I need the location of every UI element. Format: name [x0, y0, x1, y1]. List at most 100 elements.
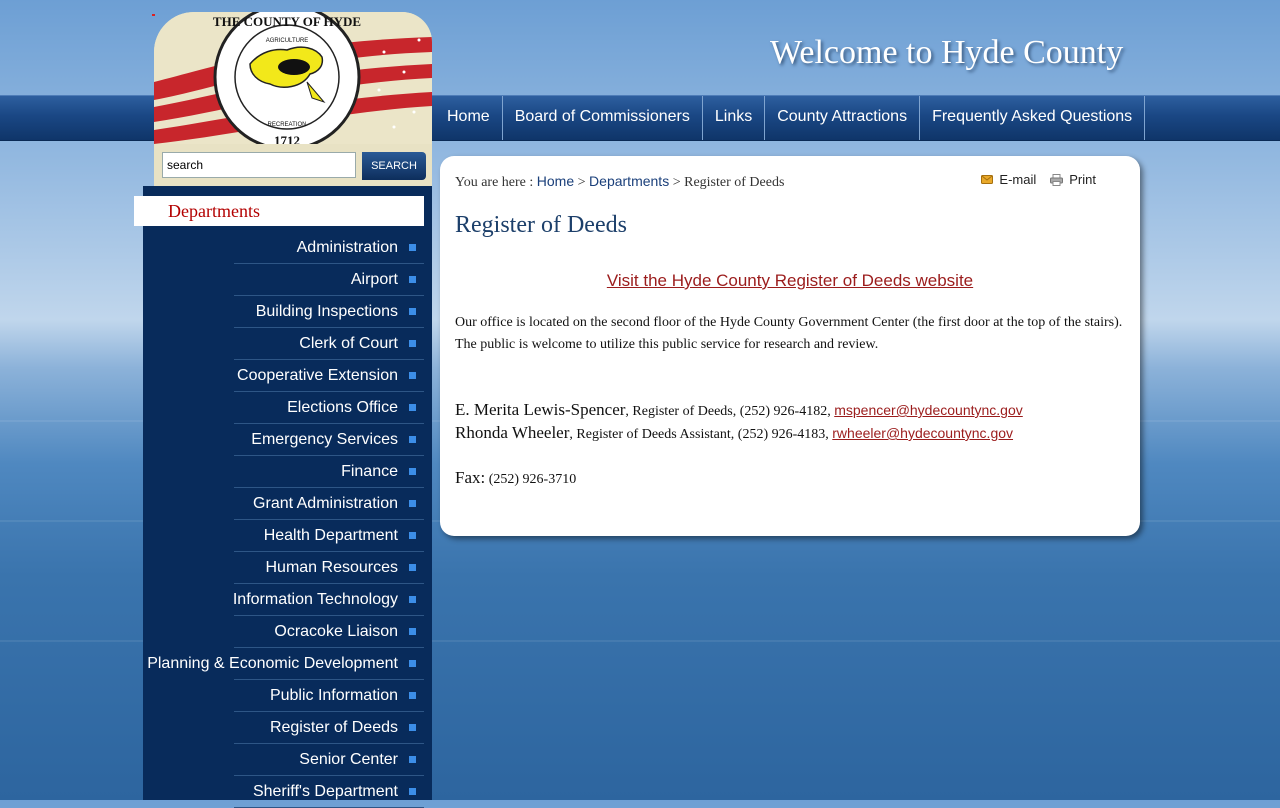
sidebar-item-label: Public Information [269, 687, 398, 704]
sidebar-item-label: Health Department [263, 527, 398, 544]
contact-email-link[interactable]: mspencer@hydecountync.gov [834, 402, 1023, 418]
bullet-icon [409, 756, 416, 763]
sidebar-item-health-department[interactable]: Health Department [143, 520, 424, 552]
sidebar-item-ocracoke-liaison[interactable]: Ocracoke Liaison [143, 616, 424, 648]
sidebar-item-label: Grant Administration [253, 495, 398, 512]
contact-detail: , Register of Deeds Assistant, (252) 926… [569, 427, 833, 442]
sidebar-item-label: Ocracoke Liaison [274, 623, 398, 640]
sidebar-item-label: Planning & Economic Development [147, 655, 398, 672]
sidebar-item-administration[interactable]: Administration [143, 232, 424, 264]
sidebar-item-label: Sheriff's Department [252, 783, 398, 800]
nav-county-attractions[interactable]: County Attractions [765, 96, 921, 140]
sidebar-item-clerk-of-court[interactable]: Clerk of Court [143, 328, 424, 360]
seal-bottom-text: RECREATION [268, 122, 307, 128]
sidebar-item-information-technology[interactable]: Information Technology [143, 584, 424, 616]
bullet-icon [409, 724, 416, 731]
bullet-icon [409, 788, 416, 795]
sidebar-item-label: Airport [350, 271, 398, 288]
nav-links[interactable]: Links [703, 96, 766, 140]
sidebar-item-label: Senior Center [299, 751, 398, 768]
page-tools: E-mail Print [981, 172, 1096, 187]
sidebar-item-label: Finance [341, 463, 398, 480]
description-line: The public is welcome to utilize this pu… [455, 337, 879, 352]
contact-row: E. Merita Lewis-Spencer, Register of Dee… [455, 400, 1125, 420]
envelope-icon [981, 175, 994, 184]
bullet-icon [409, 244, 416, 251]
seal-year: 1712 [274, 133, 300, 144]
sidebar-item-elections-office[interactable]: Elections Office [143, 392, 424, 424]
seal-title-text: THE COUNTY OF HYDE [213, 14, 361, 29]
nav-board-of-commissioners[interactable]: Board of Commissioners [503, 96, 703, 140]
sidebar-item-senior-center[interactable]: Senior Center [143, 744, 424, 776]
nav-faq[interactable]: Frequently Asked Questions [920, 96, 1146, 140]
bullet-icon [409, 436, 416, 443]
email-button[interactable]: E-mail [981, 172, 1036, 187]
sidebar-item-planning-economic-development[interactable]: Planning & Economic Development [143, 648, 424, 680]
bullet-icon [409, 468, 416, 475]
breadcrumb-separator: > [669, 175, 685, 190]
office-description: Our office is located on the second floo… [455, 312, 1125, 356]
sidebar-item-label: Emergency Services [251, 431, 398, 448]
sidebar-item-finance[interactable]: Finance [143, 456, 424, 488]
search-input[interactable] [162, 152, 356, 178]
breadcrumb-home-link[interactable]: Home [537, 173, 574, 189]
sidebar-item-label: Administration [296, 239, 398, 256]
sidebar-item-label: Cooperative Extension [237, 367, 398, 384]
email-label: E-mail [999, 172, 1037, 187]
seal-inner-text: AGRICULTURE [266, 38, 309, 44]
sidebar-item-grant-administration[interactable]: Grant Administration [143, 488, 424, 520]
contact-row: Rhonda Wheeler, Register of Deeds Assist… [455, 423, 1125, 443]
sidebar-item-emergency-services[interactable]: Emergency Services [143, 424, 424, 456]
bullet-icon [409, 564, 416, 571]
contact-email-link[interactable]: rwheeler@hydecountync.gov [832, 425, 1013, 441]
breadcrumb-current: Register of Deeds [684, 175, 785, 190]
breadcrumb-separator: > [574, 175, 590, 190]
fax-number: (252) 926-3710 [485, 472, 577, 487]
sidebar-item-building-inspections[interactable]: Building Inspections [143, 296, 424, 328]
county-logo-banner[interactable]: THE COUNTY OF HYDE AGRICULTURE RECREATIO… [154, 12, 432, 144]
sidebar-item-public-information[interactable]: Public Information [143, 680, 424, 712]
nav-home[interactable]: Home [435, 96, 503, 140]
breadcrumb-departments-link[interactable]: Departments [589, 173, 669, 189]
printer-icon [1050, 173, 1064, 186]
bullet-icon [409, 596, 416, 603]
print-button[interactable]: Print [1050, 172, 1096, 187]
contact-detail: , Register of Deeds, (252) 926-4182, [625, 404, 835, 419]
breadcrumb: You are here : Home > Departments > Regi… [455, 173, 784, 191]
bullet-icon [409, 308, 416, 315]
bullet-icon [409, 340, 416, 347]
contact-name: E. Merita Lewis-Spencer [455, 400, 626, 419]
sidebar-item-human-resources[interactable]: Human Resources [143, 552, 424, 584]
sidebar-item-label: Elections Office [287, 399, 398, 416]
breadcrumb-prefix: You are here : [455, 175, 537, 190]
sidebar-heading: Departments [134, 196, 424, 226]
contact-name: Rhonda Wheeler [455, 423, 570, 442]
bullet-icon [409, 532, 416, 539]
fax-label: Fax: [455, 468, 486, 487]
department-list: Administration Airport Building Inspecti… [143, 232, 424, 808]
register-of-deeds-website-link[interactable]: Visit the Hyde County Register of Deeds … [440, 271, 1140, 291]
sidebar-item-sheriffs-department[interactable]: Sheriff's Department [143, 776, 424, 808]
main-content-card: You are here : Home > Departments > Regi… [440, 156, 1140, 536]
sidebar-item-label: Human Resources [265, 559, 399, 576]
sidebar-item-label: Register of Deeds [269, 719, 398, 736]
description-line: Our office is located on the second floo… [455, 315, 1123, 330]
sidebar-item-airport[interactable]: Airport [143, 264, 424, 296]
welcome-heading: Welcome to Hyde County [770, 34, 1124, 71]
fax-info: Fax: (252) 926-3710 [455, 468, 576, 488]
sidebar-item-label: Clerk of Court [299, 335, 398, 352]
search-button[interactable]: SEARCH [362, 152, 426, 180]
sidebar-item-register-of-deeds[interactable]: Register of Deeds [143, 712, 424, 744]
print-label: Print [1069, 172, 1096, 187]
page-title: Register of Deeds [455, 212, 627, 238]
bullet-icon [409, 372, 416, 379]
sidebar-item-label: Building Inspections [255, 303, 398, 320]
county-seal: THE COUNTY OF HYDE AGRICULTURE RECREATIO… [213, 12, 361, 144]
search-bar: SEARCH [154, 144, 432, 186]
bullet-icon [409, 660, 416, 667]
bullet-icon [409, 500, 416, 507]
bullet-icon [409, 692, 416, 699]
sidebar-item-cooperative-extension[interactable]: Cooperative Extension [143, 360, 424, 392]
sidebar-item-label: Information Technology [232, 591, 398, 608]
bullet-icon [409, 276, 416, 283]
